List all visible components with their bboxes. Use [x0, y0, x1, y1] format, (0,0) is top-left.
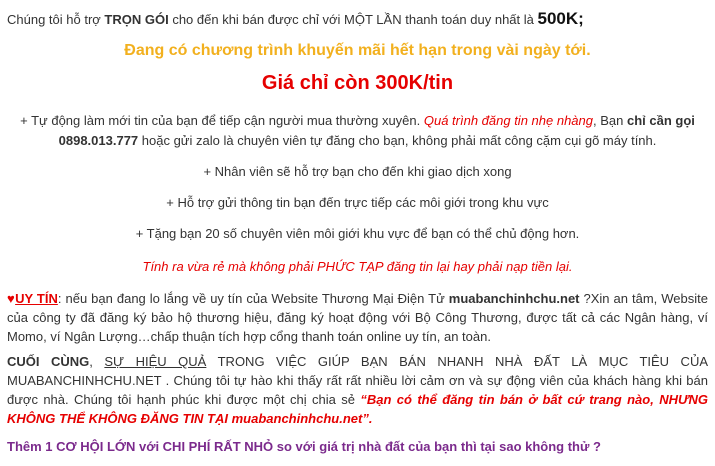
- intro-prefix: Chúng tôi hỗ trợ: [7, 12, 105, 27]
- original-price: 500K;: [537, 9, 584, 28]
- bullet1-text-a: + Tự động làm mới tin của bạn để tiếp cậ…: [20, 113, 424, 128]
- efficiency-text: SỰ HIỆU QUẢ: [104, 354, 207, 369]
- mot-lan-text: MỘT LẦN: [344, 12, 402, 27]
- trust-label: UY TÍN: [15, 291, 58, 306]
- intro-middle: cho đến khi bán được chỉ với: [168, 12, 345, 27]
- final-label: CUỐI CÙNG: [7, 354, 90, 369]
- final-paragraph: CUỐI CÙNG, SỰ HIỆU QUẢ TRONG VIỆC GIÚP B…: [7, 352, 708, 428]
- tron-goi-text: TRỌN GÓI: [104, 12, 169, 27]
- heart-icon: ♥: [7, 291, 16, 306]
- promo-headline: Đang có chương trình khuyến mãi hết hạn …: [124, 42, 591, 59]
- site-name[interactable]: muabanchinhchu.net: [449, 291, 580, 306]
- bullet1-bold: chỉ cần gọi: [626, 113, 695, 128]
- promo-content: Chúng tôi hỗ trợ TRỌN GÓI cho đến khi bá…: [0, 0, 715, 466]
- intro-line: Chúng tôi hỗ trợ TRỌN GÓI cho đến khi bá…: [7, 9, 584, 29]
- bullet-staff-support: + Nhân viên sẽ hỗ trợ bạn cho đến khi gi…: [203, 164, 512, 179]
- trust-paragraph: ♥UY TÍN: nếu bạn đang lo lắng về uy tín …: [7, 289, 708, 346]
- discount-price: Giá chỉ còn 300K/tin: [261, 72, 454, 94]
- bullet-broker-share: + Hỗ trợ gửi thông tin bạn đến trực tiếp…: [166, 195, 549, 210]
- call-to-action: Thêm 1 CƠ HỘI LỚN với CHI PHÍ RẤT NHỎ so…: [7, 439, 601, 454]
- bullet1-italic: Quá trình đăng tin nhẹ nhàng: [423, 113, 593, 128]
- bullet1-text-c: , Bạn: [593, 113, 627, 128]
- bullet-auto-refresh: + Tự động làm mới tin của bạn để tiếp cậ…: [0, 111, 715, 151]
- savings-note: Tính ra vừa rẻ mà không phải PHỨC TẠP đă…: [142, 259, 573, 274]
- trust-text-a: : nếu bạn đang lo lắng về uy tín của Web…: [57, 291, 449, 306]
- intro-suffix: thanh toán duy nhất là: [401, 12, 538, 27]
- bullet1-text-e: hoặc gửi zalo là chuyên viên tự đăng cho…: [138, 133, 657, 148]
- bullet-broker-contacts: + Tặng bạn 20 số chuyên viên môi giới kh…: [135, 226, 580, 241]
- phone-number[interactable]: 0898.013.777: [59, 133, 139, 148]
- final-comma: ,: [89, 354, 105, 369]
